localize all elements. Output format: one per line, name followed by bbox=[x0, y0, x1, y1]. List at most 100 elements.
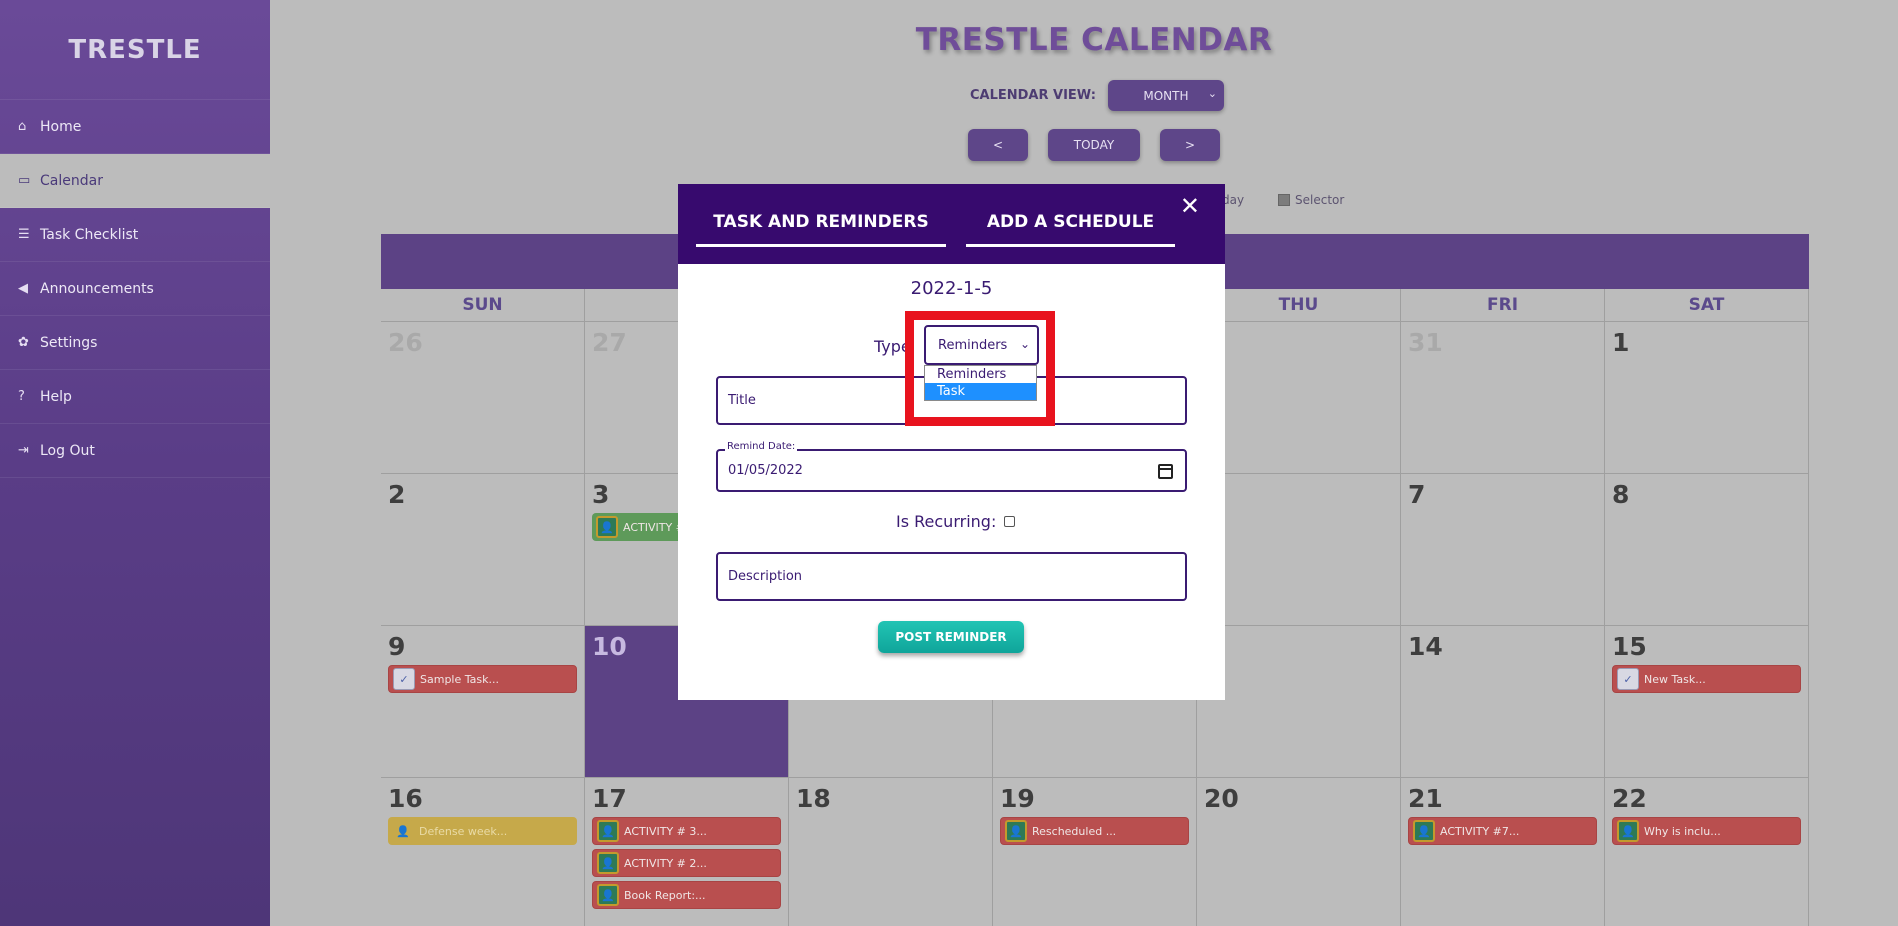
sidebar-item-label: Task Checklist bbox=[40, 226, 139, 243]
calendar-view-label: CALENDAR VIEW: bbox=[970, 88, 1096, 103]
legend-selector-label: Selector bbox=[1295, 193, 1345, 207]
calendar-event[interactable]: ✓ New Task... bbox=[1612, 665, 1801, 693]
post-reminder-button[interactable]: POST REMINDER bbox=[878, 621, 1024, 653]
day-number: 9 bbox=[388, 632, 406, 661]
calendar-day-cell[interactable]: 20 bbox=[1197, 778, 1401, 926]
sidebar-item-announcements[interactable]: ◀ Announcements bbox=[0, 262, 270, 316]
day-of-week-header: THU bbox=[1197, 289, 1401, 322]
calendar-day-cell[interactable]: 0 bbox=[1197, 322, 1401, 474]
remind-date-label: Remind Date: bbox=[725, 441, 798, 452]
calendar-event[interactable]: ✓ Sample Task... bbox=[388, 665, 577, 693]
remind-date-field[interactable]: Remind Date: 01/05/2022 bbox=[716, 441, 1187, 492]
calendar-day-cell[interactable]: 21 👤 ACTIVITY #7... bbox=[1401, 778, 1605, 926]
type-option-task[interactable]: Task bbox=[925, 383, 1036, 400]
calendar-day-cell[interactable]: 1 bbox=[1605, 322, 1809, 474]
calendar-event[interactable]: 👤 Book Report:... bbox=[592, 881, 781, 909]
day-of-week-header: SAT bbox=[1605, 289, 1809, 322]
legend-selector-swatch bbox=[1278, 194, 1290, 206]
tab-add-a-schedule[interactable]: ADD A SCHEDULE bbox=[966, 212, 1175, 247]
day-number: 8 bbox=[1612, 480, 1630, 509]
description-placeholder: Description bbox=[728, 569, 803, 584]
legend-today: day bbox=[1222, 193, 1244, 207]
calendar-week-row: 16 👤 Defense week... 17 👤 ACTIVITY # 3... 👤 ACT… bbox=[381, 778, 1809, 926]
calendar-view-value: MONTH bbox=[1143, 88, 1189, 103]
calendar-event[interactable]: 👤 Defense week... bbox=[388, 817, 577, 845]
calendar-icon[interactable] bbox=[1158, 464, 1173, 479]
prev-month-button[interactable]: < bbox=[968, 129, 1028, 161]
calendar-event[interactable]: 👤 Why is inclu... bbox=[1612, 817, 1801, 845]
calendar-day-cell[interactable] bbox=[1197, 474, 1401, 626]
calendar-day-cell[interactable]: 9 ✓ Sample Task... bbox=[381, 626, 585, 778]
day-number: 17 bbox=[592, 784, 627, 813]
sidebar-item-label: Calendar bbox=[40, 172, 103, 189]
chevron-down-icon: ⌄ bbox=[1207, 87, 1217, 100]
person-icon: 👤 bbox=[596, 516, 618, 538]
event-title: Sample Task... bbox=[420, 672, 499, 686]
sidebar-item-label: Announcements bbox=[40, 280, 154, 297]
sidebar-item-calendar[interactable]: ▭ Calendar bbox=[0, 154, 270, 208]
sidebar-icon: ⌂ bbox=[18, 119, 27, 134]
calendar-event[interactable]: 👤 ACTIVITY # 3... bbox=[592, 817, 781, 845]
tab-task-and-reminders[interactable]: TASK AND REMINDERS bbox=[696, 212, 946, 247]
day-number: 16 bbox=[388, 784, 423, 813]
sidebar-item-log-out[interactable]: ⇥ Log Out bbox=[0, 424, 270, 478]
modal-date: 2022-1-5 bbox=[910, 278, 993, 299]
legend-selector: Selector bbox=[1278, 193, 1344, 207]
calendar-event[interactable]: 👤 ACTIVITY #7... bbox=[1408, 817, 1597, 845]
day-number: 20 bbox=[1204, 784, 1239, 813]
calendar-day-cell[interactable]: 3 bbox=[1197, 626, 1401, 778]
sidebar-icon: ⇥ bbox=[18, 443, 29, 458]
event-title: Book Report:... bbox=[624, 888, 706, 902]
today-button[interactable]: TODAY bbox=[1048, 129, 1140, 161]
type-option-reminders[interactable]: Reminders bbox=[925, 366, 1036, 383]
calendar-day-cell[interactable]: 15 ✓ New Task... bbox=[1605, 626, 1809, 778]
sidebar-item-help[interactable]: ? Help bbox=[0, 370, 270, 424]
day-number: 26 bbox=[388, 328, 423, 357]
person-icon: 👤 bbox=[597, 820, 619, 842]
sidebar-item-task-checklist[interactable]: ☰ Task Checklist bbox=[0, 208, 270, 262]
sidebar-nav: ⌂ Home ▭ Calendar ☰ Task Checklist ◀ Announceme… bbox=[0, 100, 270, 478]
day-number: 18 bbox=[796, 784, 831, 813]
calendar-event[interactable]: 👤 ACTIVITY # 2... bbox=[592, 849, 781, 877]
day-number: 15 bbox=[1612, 632, 1647, 661]
calendar-view-row: CALENDAR VIEW: MONTH ⌄ bbox=[970, 80, 1224, 111]
sidebar-item-label: Log Out bbox=[40, 442, 95, 459]
sidebar-icon: ▭ bbox=[18, 173, 31, 188]
event-title: ACTIVITY # 2... bbox=[624, 856, 707, 870]
next-month-button[interactable]: > bbox=[1160, 129, 1220, 161]
calendar-view-select[interactable]: MONTH ⌄ bbox=[1107, 80, 1224, 111]
sidebar-item-settings[interactable]: ✿ Settings bbox=[0, 316, 270, 370]
event-title: Why is inclu... bbox=[1644, 824, 1721, 838]
task-icon: ✓ bbox=[1617, 668, 1639, 690]
calendar-day-cell[interactable]: 31 bbox=[1401, 322, 1605, 474]
description-field[interactable]: Description bbox=[716, 552, 1187, 601]
calendar-day-cell[interactable]: 16 👤 Defense week... bbox=[381, 778, 585, 926]
sidebar-item-home[interactable]: ⌂ Home bbox=[0, 100, 270, 154]
type-select[interactable]: Reminders ⌄ bbox=[924, 325, 1039, 365]
recurring-checkbox[interactable] bbox=[1004, 516, 1016, 527]
calendar-day-cell[interactable]: 8 bbox=[1605, 474, 1809, 626]
day-number: 14 bbox=[1408, 632, 1443, 661]
calendar-day-cell[interactable]: 22 👤 Why is inclu... bbox=[1605, 778, 1809, 926]
page-title: TRESTLE CALENDAR bbox=[915, 22, 1273, 58]
event-title: ACTIVITY #7... bbox=[1440, 824, 1520, 838]
calendar-day-cell[interactable]: 7 bbox=[1401, 474, 1605, 626]
calendar-day-cell[interactable]: 14 bbox=[1401, 626, 1605, 778]
task-reminder-modal: TASK AND REMINDERS ADD A SCHEDULE ✕ 2022… bbox=[678, 184, 1225, 700]
calendar-day-cell[interactable]: 26 bbox=[381, 322, 585, 474]
calendar-day-cell[interactable]: 19 👤 Rescheduled ... bbox=[993, 778, 1197, 926]
close-icon[interactable]: ✕ bbox=[1180, 192, 1200, 220]
title-placeholder: Title bbox=[728, 393, 756, 408]
event-title: New Task... bbox=[1644, 672, 1706, 686]
type-dropdown: Reminders Task bbox=[924, 365, 1037, 401]
calendar-event[interactable]: 👤 Rescheduled ... bbox=[1000, 817, 1189, 845]
sidebar: TRESTLE ⌂ Home ▭ Calendar ☰ Task Checklist ◀ An… bbox=[0, 0, 270, 926]
sidebar-icon: ◀ bbox=[18, 281, 28, 296]
calendar-day-cell[interactable]: 18 bbox=[789, 778, 993, 926]
sidebar-item-label: Help bbox=[40, 388, 72, 405]
day-number: 21 bbox=[1408, 784, 1443, 813]
calendar-day-cell[interactable]: 2 bbox=[381, 474, 585, 626]
sidebar-icon: ✿ bbox=[18, 335, 29, 350]
calendar-day-cell[interactable]: 17 👤 ACTIVITY # 3... 👤 ACTIVITY # 2... 👤 Book … bbox=[585, 778, 789, 926]
person-icon: 👤 bbox=[597, 884, 619, 906]
